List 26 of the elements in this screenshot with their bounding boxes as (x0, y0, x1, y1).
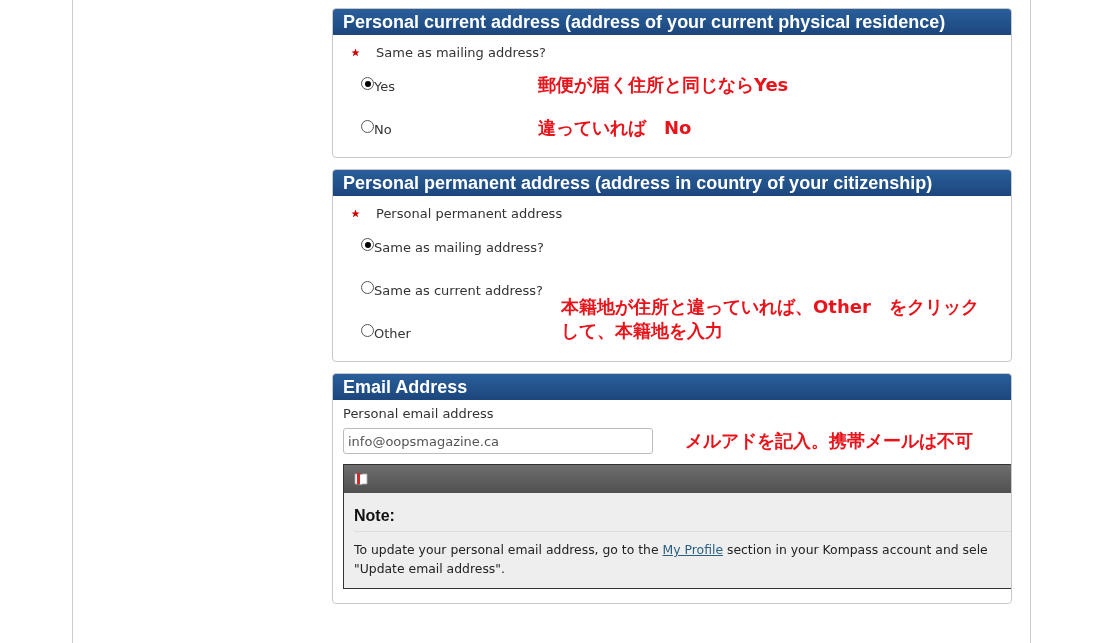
radio-button[interactable] (361, 281, 374, 294)
radio-button[interactable] (361, 77, 374, 90)
my-profile-link[interactable]: My Profile (662, 542, 724, 557)
note-text: To update your personal email address, go to the My Profile section in your Kompass account and sele "Update email address". (354, 541, 989, 578)
email-field[interactable]: info@oopsmagazine.ca (343, 428, 653, 454)
annotation-text: 違っていれば No (538, 115, 692, 140)
annotation-text: して、本籍地を入力 (561, 318, 724, 343)
question-label: Same as mailing address? (376, 44, 546, 60)
annotation-text: メルアドを記入。携帯メールは不可 (685, 429, 973, 453)
radio-label[interactable]: No (374, 122, 392, 137)
radio-label[interactable]: Other (374, 326, 411, 341)
book-icon (354, 472, 368, 486)
panel-title: Personal permanent address (address in country of your citizenship) (343, 173, 933, 193)
panel-title: Email Address (343, 377, 468, 397)
question-label: Personal permanent address (376, 205, 563, 221)
annotation-text: 本籍地が住所と違っていれば、Other をクリック (561, 294, 979, 319)
radio-label[interactable]: Same as mailing address? (374, 240, 544, 255)
radio-label[interactable]: Yes (374, 79, 395, 94)
radio-button[interactable] (361, 120, 374, 133)
panel-title: Personal current address (address of your current physical residence) (343, 12, 946, 32)
note-heading: Note: (354, 507, 1011, 532)
annotation-text: 郵便が届く住所と同じならYes (538, 72, 789, 97)
field-label: Personal email address (343, 406, 495, 423)
radio-button[interactable] (361, 238, 374, 251)
radio-button[interactable] (361, 324, 374, 337)
radio-label[interactable]: Same as current address? (374, 283, 543, 298)
